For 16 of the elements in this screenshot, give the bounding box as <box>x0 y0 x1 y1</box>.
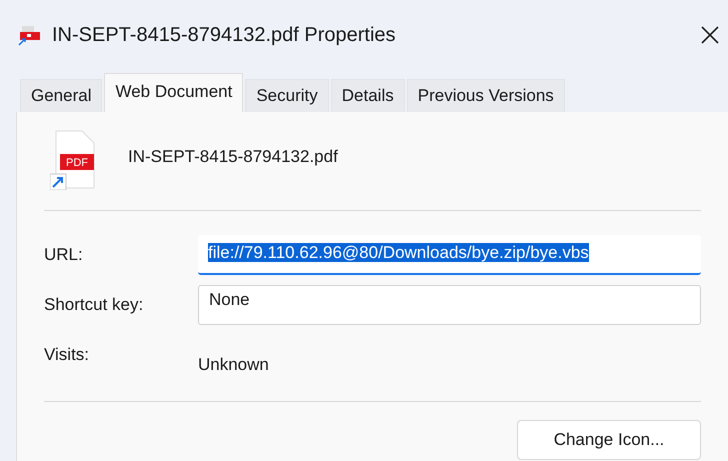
tab[interactable]: Security <box>245 79 329 112</box>
field-label: URL: <box>44 245 84 265</box>
window-title: IN-SEPT-8415-8794132.pdf Properties <box>52 24 397 46</box>
url-field[interactable]: file://79.110.62.96@80/Downloads/bye.zip/bye.vbs <box>198 235 701 275</box>
tab[interactable]: Details <box>330 79 405 112</box>
pdf-shortcut-icon <box>18 24 42 46</box>
change-icon-button[interactable]: Change Icon... <box>517 420 701 460</box>
tab[interactable]: General <box>20 79 102 112</box>
tab[interactable]: Web Document <box>104 73 244 112</box>
close-icon <box>700 25 720 45</box>
shortcut-key-field[interactable]: None <box>198 285 701 325</box>
field-label: Visits: <box>44 345 90 365</box>
tab[interactable]: Previous Versions <box>406 79 565 112</box>
field-value: Unknown <box>198 354 270 375</box>
file-name: IN-SEPT-8415-8794132.pdf <box>128 147 338 167</box>
field-label: Shortcut key: <box>44 295 144 315</box>
